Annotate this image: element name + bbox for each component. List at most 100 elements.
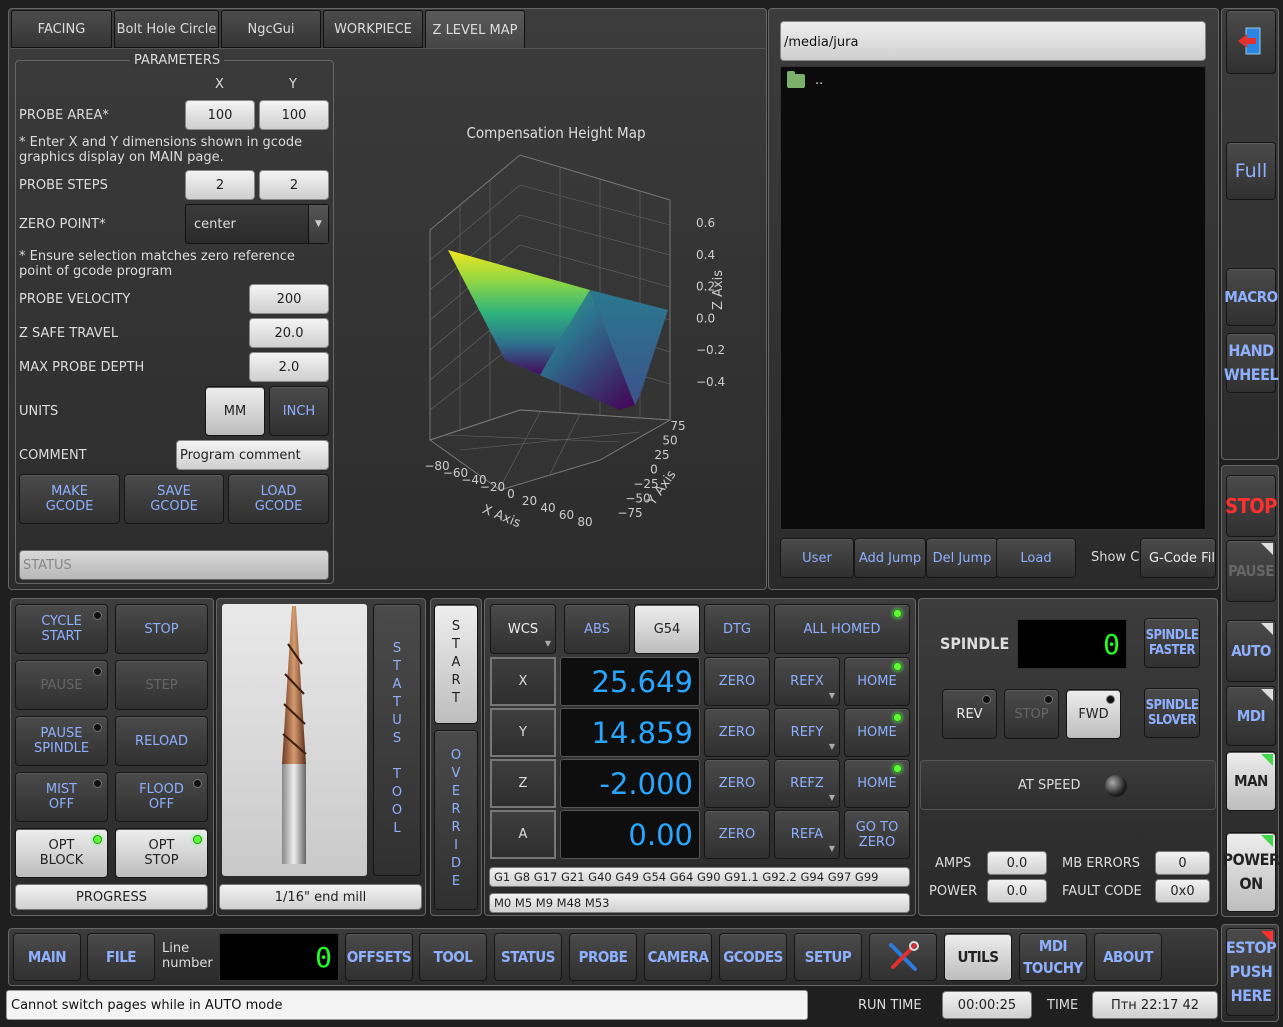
macro-button[interactable]: MACRO <box>1224 268 1278 326</box>
path-field[interactable]: /media/jura <box>780 21 1206 61</box>
nav-main-button[interactable]: MAIN <box>13 933 81 981</box>
nav-gcodes-button[interactable]: GCODES <box>719 933 787 981</box>
axis-name-0[interactable]: X <box>490 657 556 706</box>
probe-area-x-input[interactable]: 100 <box>185 100 255 130</box>
ref-1-button[interactable]: REFY ▼ <box>774 708 840 757</box>
nav-mdi-touchy-button[interactable]: MDI TOUCHY <box>1019 933 1087 981</box>
make-gcode-button[interactable]: MAKE GCODE <box>19 474 120 524</box>
handwheel-button[interactable]: HAND WHEEL <box>1224 333 1279 393</box>
z-tick-label: −0.4 <box>696 375 725 389</box>
wcs-button[interactable]: WCS ▼ <box>490 604 556 654</box>
save-gcode-button[interactable]: SAVE GCODE <box>124 474 224 524</box>
man-label: MAN <box>1234 771 1268 790</box>
zero-point-select[interactable]: center ▼ <box>185 204 329 244</box>
spindle-slower-button[interactable]: SPINDLE SLOVER <box>1144 688 1200 738</box>
stop-button[interactable]: STOP <box>1225 475 1277 537</box>
override-button[interactable]: OVERRIDE <box>434 730 478 910</box>
ref-0-button[interactable]: REFX ▼ <box>774 657 840 706</box>
home-led-2 <box>893 764 902 773</box>
reload-button[interactable]: RELOAD <box>115 716 208 766</box>
probe-velocity-label: PROBE VELOCITY <box>19 292 131 307</box>
axis-value-1: 14.859 <box>560 708 700 757</box>
ref-label: REFX <box>790 674 824 689</box>
z-safe-travel-input[interactable]: 20.0 <box>249 318 329 348</box>
mdi-button[interactable]: MDI <box>1226 686 1276 746</box>
probe-velocity-input[interactable]: 200 <box>249 284 329 314</box>
power-on-button[interactable]: POWER ON <box>1222 832 1280 912</box>
pause-button[interactable]: PAUSE <box>1226 540 1276 602</box>
tab-facing[interactable]: FACING <box>11 10 112 48</box>
home-3-button[interactable]: GO TO ZERO <box>844 810 910 859</box>
exit-button[interactable] <box>1226 10 1276 74</box>
g54-button[interactable]: G54 <box>634 604 700 654</box>
tab-bolt-hole-circle[interactable]: Bolt Hole Circle <box>114 10 219 48</box>
axis-name-1[interactable]: Y <box>490 708 556 757</box>
x-tick-label: 20 <box>522 494 537 508</box>
tab-ngcgui[interactable]: NgcGui <box>221 10 321 48</box>
comment-input[interactable]: Program comment <box>176 440 329 470</box>
load-gcode-button[interactable]: LOAD GCODE <box>228 474 329 524</box>
zero-3-button[interactable]: ZERO <box>704 810 770 859</box>
nav-camera-button[interactable]: CAMERA <box>644 933 712 981</box>
zero-2-button[interactable]: ZERO <box>704 759 770 808</box>
nav-status-button[interactable]: STATUS <box>494 933 562 981</box>
nav-probe-button[interactable]: PROBE <box>569 933 637 981</box>
nav-tools-icon-button[interactable] <box>869 933 937 981</box>
man-button[interactable]: MAN <box>1226 751 1276 811</box>
power-label: POWER <box>929 884 978 899</box>
unit-mm-button[interactable]: MM <box>205 386 265 436</box>
auto-button[interactable]: AUTO <box>1226 620 1276 682</box>
step-button[interactable]: STEP <box>115 660 208 710</box>
zero-1-button[interactable]: ZERO <box>704 708 770 757</box>
units-label: UNITS <box>19 404 59 419</box>
mist-led <box>93 779 102 788</box>
time-value: Птн 22:17 42 <box>1092 991 1218 1019</box>
tab-z-level-map[interactable]: Z LEVEL MAP <box>425 10 525 50</box>
nav-offsets-button[interactable]: OFFSETS <box>345 933 413 981</box>
abs-button[interactable]: ABS <box>564 604 630 654</box>
unit-inch-button[interactable]: INCH <box>269 386 329 436</box>
line-number-label: Line number <box>162 941 213 971</box>
dtg-button[interactable]: DTG <box>704 604 770 654</box>
full-button[interactable]: Full <box>1226 142 1276 200</box>
load-button[interactable]: Load <box>996 538 1076 578</box>
user-button[interactable]: User <box>780 538 854 578</box>
probe-steps-x-input[interactable]: 2 <box>185 170 255 200</box>
status-tool-button[interactable]: STATUS TOOL <box>373 604 421 876</box>
at-speed-label: AT SPEED <box>1018 778 1081 793</box>
auto-label: AUTO <box>1231 641 1271 660</box>
ref-3-button[interactable]: REFA ▼ <box>774 810 840 859</box>
nav-file-button[interactable]: FILE <box>87 933 155 981</box>
x-tick-label: 40 <box>540 501 555 515</box>
nav-about-button[interactable]: ABOUT <box>1094 933 1162 981</box>
y-tick-label: −75 <box>617 506 642 520</box>
nav-setup-button[interactable]: SETUP <box>794 933 862 981</box>
file-filter-select[interactable]: G-Code Fil <box>1140 538 1216 578</box>
start-button[interactable]: START <box>434 604 478 724</box>
del-jump-button[interactable]: Del Jump <box>926 538 998 578</box>
ref-label: REFZ <box>790 776 824 791</box>
pause-led <box>93 667 102 676</box>
file-list-item[interactable]: .. <box>787 70 823 88</box>
max-probe-depth-input[interactable]: 2.0 <box>249 352 329 382</box>
file-list[interactable]: .. <box>780 66 1206 530</box>
probe-steps-y-input[interactable]: 2 <box>259 170 329 200</box>
cycle-stop-button[interactable]: STOP <box>115 604 208 654</box>
axis-name-3[interactable]: A <box>490 810 556 859</box>
zero-0-button[interactable]: ZERO <box>704 657 770 706</box>
column-x-label: X <box>215 77 224 92</box>
ref-label: REFA <box>790 827 824 842</box>
active-mcodes: M0 M5 M9 M48 M53 <box>489 893 910 913</box>
axis-value-0: 25.649 <box>560 657 700 706</box>
ref-2-button[interactable]: REFZ ▼ <box>774 759 840 808</box>
add-jump-button[interactable]: Add Jump <box>854 538 926 578</box>
probe-area-y-input[interactable]: 100 <box>259 100 329 130</box>
tab-workpiece[interactable]: WORKPIECE <box>323 10 423 48</box>
estop-button[interactable]: ESTOP PUSH HERE <box>1226 928 1277 1016</box>
power-value: 0.0 <box>987 879 1047 903</box>
nav-tool-button[interactable]: TOOL <box>419 933 487 981</box>
all-homed-button[interactable]: ALL HOMED <box>774 604 910 654</box>
spindle-faster-button[interactable]: SPINDLE FASTER <box>1144 618 1200 668</box>
nav-utils-button[interactable]: UTILS <box>944 933 1012 981</box>
axis-name-2[interactable]: Z <box>490 759 556 808</box>
